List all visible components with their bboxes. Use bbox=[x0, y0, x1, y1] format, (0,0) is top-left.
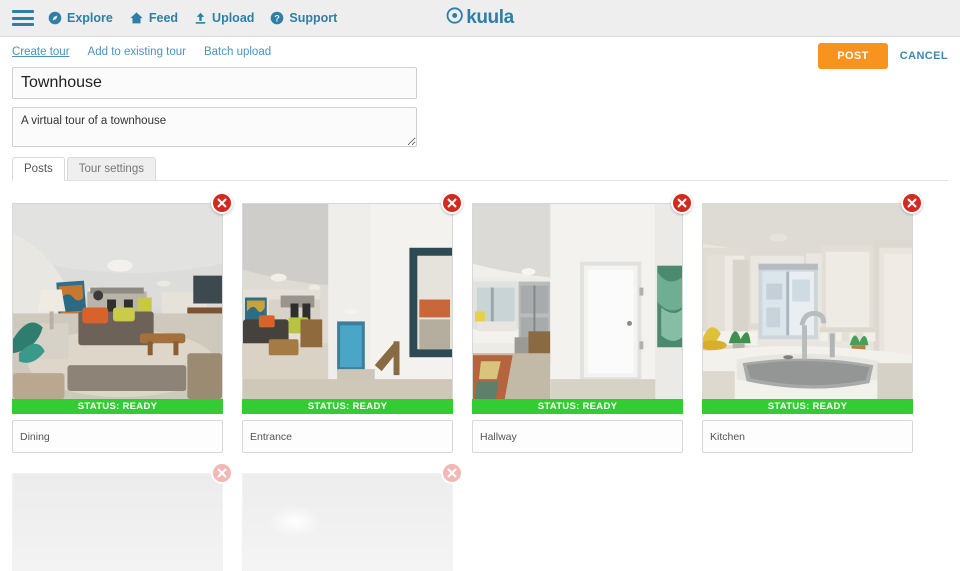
hamburger-menu-icon[interactable] bbox=[12, 10, 34, 26]
header-nav: Explore Feed Upload ? Support bbox=[12, 10, 353, 26]
post-thumbnail[interactable] bbox=[12, 473, 223, 571]
posts-grid: STATUS: READY Dining STATUS: READY Entra… bbox=[0, 181, 960, 571]
remove-post-icon[interactable] bbox=[441, 462, 463, 484]
post-card[interactable]: STATUS: READY bbox=[242, 192, 463, 453]
post-thumbnail[interactable] bbox=[242, 473, 453, 571]
post-card[interactable]: STATUS: READY bbox=[702, 192, 923, 453]
home-icon bbox=[129, 11, 144, 25]
nav-explore[interactable]: Explore bbox=[48, 11, 113, 25]
post-card[interactable]: STATUS: READY bbox=[12, 192, 233, 453]
post-card[interactable] bbox=[12, 462, 233, 571]
remove-post-icon[interactable] bbox=[671, 192, 693, 214]
svg-text:?: ? bbox=[275, 13, 281, 23]
tabs-container: Posts Tour settings bbox=[0, 157, 960, 181]
question-circle-icon: ? bbox=[270, 11, 284, 25]
subnav-bar: Create tour Add to existing tour Batch u… bbox=[0, 37, 960, 69]
tour-description-input[interactable]: A virtual tour of a townhouse bbox=[12, 107, 417, 147]
post-name-input[interactable] bbox=[242, 420, 453, 453]
kuula-logo[interactable]: kuula bbox=[446, 6, 514, 30]
post-name-input[interactable] bbox=[702, 420, 913, 453]
subnav-add-to-existing-tour[interactable]: Add to existing tour bbox=[88, 46, 186, 58]
tab-tour-settings[interactable]: Tour settings bbox=[66, 157, 156, 181]
nav-support[interactable]: ? Support bbox=[270, 11, 337, 25]
post-name-input[interactable] bbox=[472, 420, 683, 453]
post-status: STATUS: READY bbox=[702, 399, 913, 414]
upload-arrow-icon bbox=[194, 11, 207, 25]
subnav-batch-upload[interactable]: Batch upload bbox=[204, 46, 271, 58]
nav-support-label: Support bbox=[289, 11, 338, 25]
remove-post-icon[interactable] bbox=[441, 192, 463, 214]
post-thumbnail[interactable] bbox=[242, 203, 453, 399]
nav-upload[interactable]: Upload bbox=[194, 11, 254, 25]
kuula-logo-text: kuula bbox=[466, 7, 514, 28]
tour-title-input[interactable] bbox=[12, 67, 417, 99]
tab-posts[interactable]: Posts bbox=[12, 157, 65, 181]
post-status: STATUS: READY bbox=[242, 399, 453, 414]
kuula-circle-dot-icon bbox=[446, 6, 463, 30]
nav-feed-label: Feed bbox=[148, 11, 179, 25]
post-status: STATUS: READY bbox=[472, 399, 683, 414]
post-card[interactable] bbox=[242, 462, 463, 571]
action-buttons: POST CANCEL bbox=[818, 43, 948, 69]
post-status: STATUS: READY bbox=[12, 399, 223, 414]
remove-post-icon[interactable] bbox=[901, 192, 923, 214]
post-card[interactable]: STATUS: READY bbox=[472, 192, 693, 453]
nav-upload-label: Upload bbox=[212, 11, 255, 25]
post-thumbnail[interactable] bbox=[472, 203, 683, 399]
nav-feed[interactable]: Feed bbox=[129, 11, 178, 25]
remove-post-icon[interactable] bbox=[211, 192, 233, 214]
post-name-input[interactable] bbox=[12, 420, 223, 453]
tour-form: A virtual tour of a townhouse bbox=[0, 63, 960, 147]
post-thumbnail[interactable] bbox=[702, 203, 913, 399]
top-header: Explore Feed Upload ? Support kuula bbox=[0, 0, 960, 37]
tabs-divider bbox=[12, 180, 948, 181]
nav-explore-label: Explore bbox=[67, 11, 113, 25]
subnav-create-tour[interactable]: Create tour bbox=[12, 46, 70, 58]
cancel-button[interactable]: CANCEL bbox=[900, 50, 948, 62]
post-thumbnail[interactable] bbox=[12, 203, 223, 399]
compass-icon bbox=[48, 11, 62, 25]
post-button[interactable]: POST bbox=[818, 43, 888, 69]
remove-post-icon[interactable] bbox=[211, 462, 233, 484]
